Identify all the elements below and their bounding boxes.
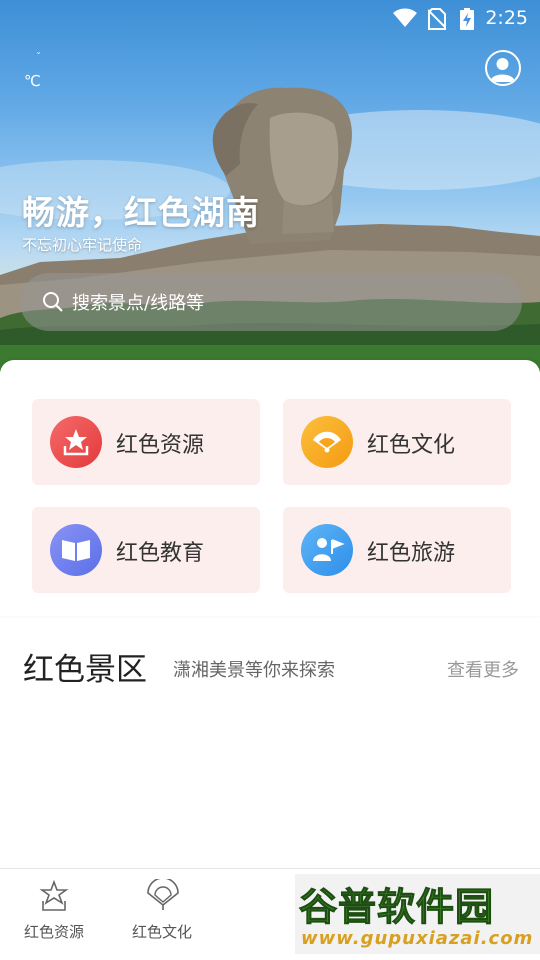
category-label: 红色教育 — [116, 541, 205, 566]
section-subtitle: 潇湘美景等你来探索 — [173, 660, 335, 681]
book-icon — [50, 524, 102, 576]
weather-unit: ℃ — [24, 72, 41, 90]
watermark-logo: 谷普软件园 www.gupuxiazai.com — [295, 874, 540, 954]
hero-subtitle: 不忘初心牢记使命 — [22, 236, 143, 254]
see-more-link[interactable]: 查看更多 — [447, 656, 519, 682]
search-bar[interactable]: 搜索景点/线路等 — [20, 273, 522, 331]
red-star-icon — [50, 416, 102, 468]
weather-icon: ˇ — [36, 52, 41, 63]
nav-item-red-resources[interactable]: 红色资源 — [0, 869, 108, 960]
search-placeholder: 搜索景点/线路等 — [72, 293, 205, 314]
nav-label: 红色资源 — [23, 923, 84, 941]
category-red-resources[interactable]: 红色资源 — [32, 399, 260, 485]
status-bar: 2:25 — [0, 0, 540, 36]
fan-outline-icon — [147, 879, 179, 910]
user-icon — [490, 58, 515, 82]
hero-title: 畅游，红色湖南 — [22, 193, 260, 232]
status-time: 2:25 — [485, 7, 528, 29]
search-icon — [43, 292, 63, 312]
nav-label: 红色文化 — [131, 923, 192, 941]
category-red-tourism[interactable]: 红色旅游 — [283, 507, 511, 593]
watermark-url: www.gupuxiazai.com — [301, 928, 534, 949]
category-red-education[interactable]: 红色教育 — [32, 507, 260, 593]
nav-item-red-culture[interactable]: 红色文化 — [108, 869, 216, 960]
section-title: 红色景区 — [23, 652, 147, 688]
star-outline-icon — [39, 879, 69, 911]
fan-icon — [301, 416, 353, 468]
category-label: 红色资源 — [116, 433, 205, 458]
wifi-icon — [393, 8, 417, 27]
category-panel: 红色资源 红色文化 红色教育 红色旅游 — [0, 360, 540, 616]
watermark-logo-text: 谷普软件园 — [298, 885, 495, 930]
battery-charging-icon — [460, 8, 474, 30]
category-red-culture[interactable]: 红色文化 — [283, 399, 511, 485]
category-label: 红色旅游 — [367, 541, 456, 566]
hero-banner: 2:25 ˇ ℃ 畅游，红色湖南 不忘初心牢记使命 搜索景点/线路等 — [0, 0, 540, 372]
tour-guide-icon — [301, 524, 353, 576]
category-label: 红色文化 — [367, 433, 456, 458]
user-avatar-button[interactable] — [485, 50, 521, 86]
no-sim-icon — [428, 8, 446, 30]
